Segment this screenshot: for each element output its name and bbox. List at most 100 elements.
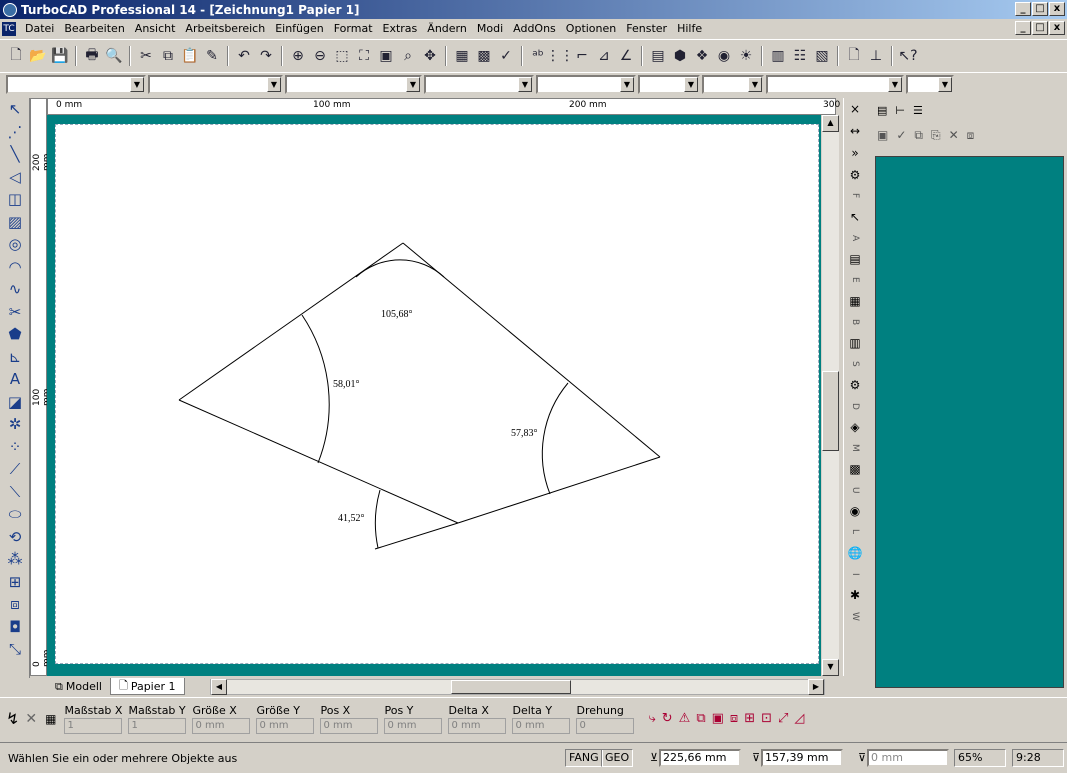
pos-x-input[interactable]: 0 mm [320, 717, 379, 734]
palette-a-icon[interactable]: ↖ [844, 206, 866, 228]
maximize-button[interactable]: □ [1032, 2, 1048, 16]
open-folder-icon[interactable]: 📂 [28, 46, 48, 66]
scroll-left-button[interactable]: ◀ [211, 679, 227, 695]
z-coordinate[interactable]: 0 mm [867, 749, 949, 767]
table-grid-icon[interactable]: ▦ [45, 712, 56, 726]
menu-hilfe[interactable]: Hilfe [672, 22, 707, 35]
redo-icon[interactable]: ↷ [256, 46, 276, 66]
circle-icon[interactable]: ◎ [2, 233, 28, 256]
doc-maximize-button[interactable]: □ [1032, 21, 1048, 35]
palette-properties-icon[interactable]: ▤ [877, 104, 887, 117]
ref-copy-icon[interactable]: ⧈ [730, 711, 738, 726]
ref-align-icon[interactable]: ⊡ [761, 711, 772, 726]
size-dropdown[interactable]: ▼ [906, 75, 954, 94]
select-tool-icon[interactable]: ↯ [6, 709, 19, 728]
palette-duplicate-icon[interactable]: ⧈ [967, 128, 975, 143]
menu-format[interactable]: Format [329, 22, 378, 35]
palette-i-icon[interactable]: 🌐 [844, 542, 866, 564]
arc-icon[interactable]: ◠ [2, 256, 28, 279]
angle-arc[interactable] [541, 382, 569, 495]
palette-f-icon[interactable]: ⚙ [844, 164, 866, 186]
menu-modi[interactable]: Modi [472, 22, 508, 35]
menu-optionen[interactable]: Optionen [561, 22, 621, 35]
fill-icon[interactable]: ◪ [2, 391, 28, 414]
palette-tab-m[interactable]: M [844, 438, 866, 458]
library-icon[interactable]: ❖ [692, 46, 712, 66]
edge-line[interactable] [374, 522, 459, 550]
zoom-previous-icon[interactable]: ⌕ [398, 46, 418, 66]
palette-resize-icon[interactable]: ↔ [844, 120, 866, 142]
trim-icon[interactable]: ⟋ [2, 458, 28, 481]
palette-close-icon[interactable]: × [844, 98, 866, 120]
curve-icon[interactable]: ∿ [2, 278, 28, 301]
app-icon[interactable] [3, 2, 17, 17]
edge-line[interactable] [178, 242, 404, 401]
palette-content-area[interactable] [875, 156, 1064, 688]
menu-datei[interactable]: Datei [20, 22, 59, 35]
minimize-button[interactable]: _ [1015, 2, 1031, 16]
close-button[interactable]: x [1049, 2, 1065, 16]
scale-x-input[interactable]: 1 [64, 717, 123, 734]
paste-icon[interactable]: 📋 [180, 46, 200, 66]
render-icon[interactable]: ▦ [452, 46, 472, 66]
palette-tab-s[interactable]: S [844, 354, 866, 374]
menu-ansicht[interactable]: Ansicht [130, 22, 181, 35]
layout-icon[interactable]: ◘ [2, 616, 28, 639]
palette-e-icon[interactable]: ▤ [844, 248, 866, 270]
zoom-out-icon[interactable]: ⊖ [310, 46, 330, 66]
snap-icon[interactable]: ⌐ [572, 46, 592, 66]
menu-einfuegen[interactable]: Einfügen [270, 22, 329, 35]
palette-d-icon[interactable]: ⚙ [844, 374, 866, 396]
scroll-up-button[interactable]: ▲ [822, 115, 839, 132]
angle-arc[interactable] [301, 314, 330, 464]
menu-bearbeiten[interactable]: Bearbeiten [59, 22, 129, 35]
edge-line[interactable] [457, 456, 661, 524]
extend-icon[interactable]: ⟍ [2, 481, 28, 504]
help-pointer-icon[interactable]: ↖? [898, 46, 918, 66]
palette-tab-b[interactable]: B [844, 312, 866, 332]
dimension-icon[interactable]: ⊾ [2, 346, 28, 369]
block-icon[interactable]: ⬢ [670, 46, 690, 66]
ref-point-icon[interactable]: ⤷ [648, 711, 655, 726]
horizontal-scrollbar[interactable]: ◀ ▶ [210, 679, 825, 695]
y-coordinate[interactable]: 157,39 mm [761, 749, 843, 767]
document-icon[interactable]: TC [2, 21, 16, 36]
print-preview-icon[interactable]: 🔍 [104, 46, 124, 66]
vertical-scroll-thumb[interactable] [822, 371, 839, 451]
group-icon[interactable]: ⁂ [2, 548, 28, 571]
explorer-icon[interactable]: ☷ [790, 46, 810, 66]
polyline-icon[interactable]: ◁ [2, 166, 28, 189]
tab-paper[interactable]: 🗋 Papier 1 [109, 678, 185, 695]
drawing-canvas[interactable]: 105,68° 58,01° 57,83° 41,52° [56, 125, 818, 663]
table-icon[interactable]: ▧ [812, 46, 832, 66]
fill-dropdown[interactable]: ▼ [638, 75, 700, 94]
ref-triangle-icon[interactable]: ◿ [794, 711, 804, 726]
zoom-in-icon[interactable]: ⊕ [288, 46, 308, 66]
palette-w-icon[interactable]: ✱ [844, 584, 866, 606]
shape-icon[interactable]: ⬭ [2, 503, 28, 526]
cancel-icon[interactable]: ✕ [25, 711, 37, 727]
doc-close-button[interactable]: x [1049, 21, 1065, 35]
text-icon[interactable]: A [2, 368, 28, 391]
spell-icon[interactable]: ᵃᵇ [528, 46, 548, 66]
ref-rotate-icon[interactable]: ↻ [662, 711, 673, 726]
palette-b-icon[interactable]: ▦ [844, 290, 866, 312]
scale-y-input[interactable]: 1 [128, 717, 187, 734]
layer-dropdown[interactable]: ▼ [6, 75, 146, 94]
ref-move-icon[interactable]: ⤢ [778, 711, 788, 726]
paper-sheet[interactable]: 105,68° 58,01° 57,83° 41,52° [55, 124, 819, 664]
check-icon[interactable]: ✓ [496, 46, 516, 66]
insert-icon[interactable]: ⤡ [2, 638, 28, 661]
menu-arbeitsbereich[interactable]: Arbeitsbereich [180, 22, 270, 35]
pan-icon[interactable]: ✥ [420, 46, 440, 66]
ucs-icon[interactable]: ⊥ [866, 46, 886, 66]
symbol-icon[interactable]: ✲ [2, 413, 28, 436]
modify-icon[interactable]: ✂ [2, 301, 28, 324]
palette-l-icon[interactable]: ◉ [844, 500, 866, 522]
ref-grid-icon[interactable]: ⊞ [744, 711, 755, 726]
vertical-scrollbar[interactable]: ▲ ▼ [822, 115, 839, 676]
horizontal-scroll-thumb[interactable] [451, 680, 571, 694]
palette-tab-e[interactable]: E [844, 270, 866, 290]
rectangle-icon[interactable]: ◫ [2, 188, 28, 211]
zoom-extents-icon[interactable]: ⛶ [354, 46, 374, 66]
